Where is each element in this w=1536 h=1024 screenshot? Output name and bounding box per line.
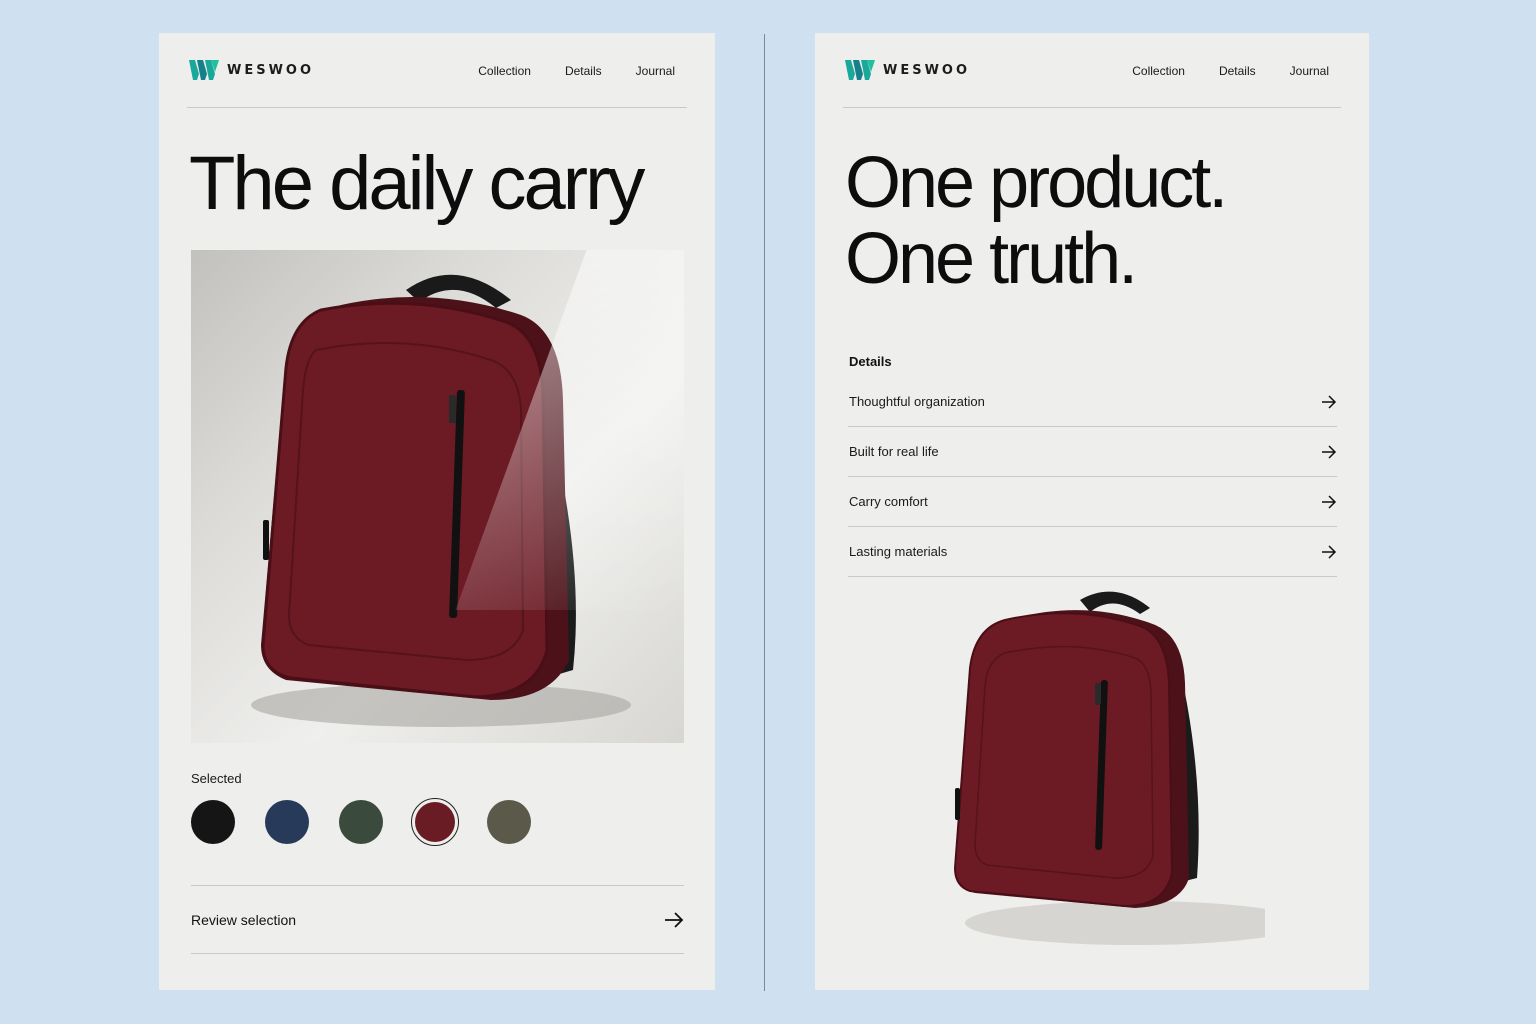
- header: WESWOO Collection Details Journal: [843, 33, 1341, 108]
- detail-item-carry-comfort[interactable]: Carry comfort: [848, 477, 1337, 527]
- review-selection-label: Review selection: [191, 911, 297, 928]
- page-title: The daily carry: [189, 141, 645, 226]
- arrow-right-icon: [1320, 544, 1337, 559]
- detail-label: Thoughtful organization: [849, 394, 985, 409]
- detail-item-organization[interactable]: Thoughtful organization: [848, 377, 1337, 427]
- header: WESWOO Collection Details Journal: [187, 33, 687, 108]
- arrow-right-icon: [1320, 494, 1337, 509]
- nav-details[interactable]: Details: [1219, 64, 1256, 78]
- arrow-right-icon: [1320, 444, 1337, 459]
- details-heading: Details: [849, 354, 892, 369]
- nav-journal[interactable]: Journal: [636, 64, 675, 78]
- panel-divider: [764, 34, 765, 991]
- product-page-right: WESWOO Collection Details Journal One pr…: [815, 33, 1369, 990]
- brand-logo[interactable]: WESWOO: [845, 60, 970, 80]
- nav-collection[interactable]: Collection: [1132, 64, 1185, 78]
- arrow-right-icon: [1320, 394, 1337, 409]
- headline-line-1: One product.: [845, 143, 1228, 223]
- detail-label: Carry comfort: [849, 494, 928, 509]
- product-image: [935, 588, 1305, 958]
- maroon-backpack-illustration: [953, 591, 1305, 945]
- main-nav: Collection Details Journal: [478, 64, 675, 78]
- brand-logo[interactable]: WESWOO: [189, 60, 314, 80]
- product-image: [191, 250, 684, 743]
- selected-label: Selected: [191, 771, 242, 786]
- page-title: One product. One truth.: [845, 143, 1228, 299]
- product-page-left: WESWOO Collection Details Journal The da…: [159, 33, 715, 990]
- brand-name: WESWOO: [227, 62, 315, 78]
- swatch-forest-green[interactable]: [339, 800, 383, 844]
- weswoo-logo-icon: [189, 60, 219, 80]
- weswoo-logo-icon: [845, 60, 875, 80]
- arrow-right-icon: [664, 911, 684, 928]
- details-list: Thoughtful organization Built for real l…: [848, 377, 1337, 577]
- color-swatches: [191, 798, 531, 846]
- review-selection-button[interactable]: Review selection: [191, 885, 684, 954]
- detail-item-lasting-materials[interactable]: Lasting materials: [848, 527, 1337, 577]
- swatch-navy[interactable]: [265, 800, 309, 844]
- main-nav: Collection Details Journal: [1132, 64, 1329, 78]
- detail-item-real-life[interactable]: Built for real life: [848, 427, 1337, 477]
- nav-collection[interactable]: Collection: [478, 64, 531, 78]
- detail-label: Lasting materials: [849, 544, 948, 559]
- swatch-olive[interactable]: [487, 800, 531, 844]
- detail-label: Built for real life: [849, 444, 939, 459]
- swatch-burgundy[interactable]: [411, 798, 459, 846]
- nav-journal[interactable]: Journal: [1290, 64, 1329, 78]
- nav-details[interactable]: Details: [565, 64, 602, 78]
- headline-line-2: One truth.: [845, 219, 1138, 299]
- swatch-black[interactable]: [191, 800, 235, 844]
- brand-name: WESWOO: [883, 62, 971, 78]
